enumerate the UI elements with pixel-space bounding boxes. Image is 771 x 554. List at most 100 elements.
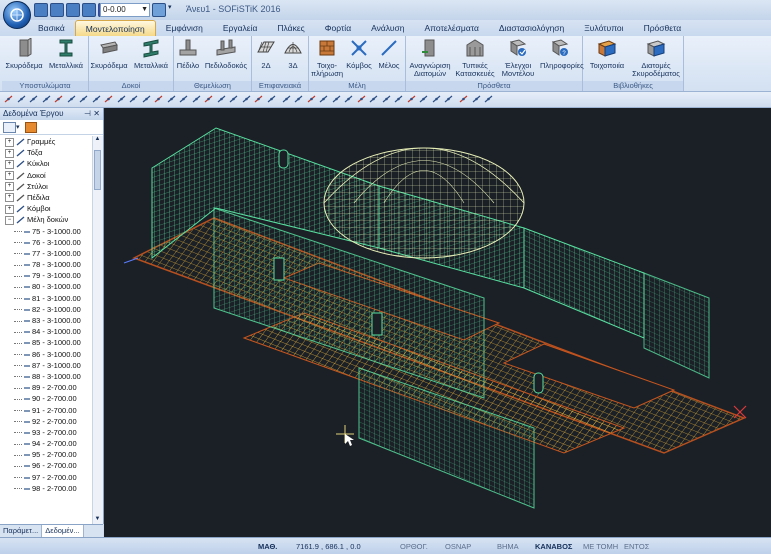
offset-icon[interactable] (179, 94, 188, 104)
tree-group[interactable]: + Δοκοί (0, 170, 92, 181)
rotate-icon[interactable] (92, 94, 101, 104)
status-toggle[interactable]: ΜΕ ΤΟΜΗ (583, 542, 618, 551)
tree-item[interactable]: 87 - 3-1000.00 (0, 360, 92, 371)
concrete-beam-button[interactable]: Σκυρόδεμα (89, 38, 129, 70)
edit-icon[interactable] (129, 94, 138, 104)
tree-item[interactable]: 90 - 2-700.00 (0, 393, 92, 404)
expand-icon[interactable]: + (5, 182, 14, 192)
redo-icon[interactable] (472, 94, 481, 104)
circle-icon[interactable] (67, 94, 76, 104)
copy-icon[interactable] (204, 94, 213, 104)
pan-icon[interactable] (282, 94, 291, 104)
cut-icon[interactable] (242, 94, 251, 104)
status-toggle[interactable]: ΚΑΝΑΒΟΣ (535, 542, 572, 551)
tree-item[interactable]: 75 - 3-1000.00 (0, 226, 92, 237)
info-button[interactable]: ? Πληροφορίες (540, 38, 584, 70)
select-icon[interactable] (117, 94, 126, 104)
polyline-icon[interactable] (4, 94, 13, 104)
calc-icon[interactable] (444, 94, 453, 104)
tree-item[interactable]: 81 - 3-1000.00 (0, 293, 92, 304)
move-icon[interactable] (192, 94, 201, 104)
tree-item[interactable]: 88 - 3-1000.00 (0, 371, 92, 382)
tree-item[interactable]: 83 - 3-1000.00 (0, 315, 92, 326)
section-recognition-button[interactable]: Αναγνώριση Διατομών (408, 38, 452, 78)
status-toggle[interactable]: OSNAP (445, 542, 471, 551)
tree-item[interactable]: 84 - 3-1000.00 (0, 326, 92, 337)
trim-icon[interactable] (154, 94, 163, 104)
strip-footing-button[interactable]: Πεδιλοδοκός (203, 38, 249, 70)
rel-icon[interactable] (229, 94, 238, 104)
tab-8[interactable]: Διαστασιολόγηση (489, 20, 574, 36)
tree-scrollbar[interactable]: ▲ ▼ (92, 136, 103, 524)
infill-wall-button[interactable]: Τοιχο-πλήρωση (311, 38, 343, 78)
status-toggle[interactable]: ΟΡΘΟΓ. (400, 542, 428, 551)
tree-group[interactable]: + Γραμμές (0, 136, 92, 147)
new-file-icon[interactable] (34, 3, 48, 17)
tree-item[interactable]: 80 - 3-1000.00 (0, 281, 92, 292)
tab-7[interactable]: Αποτελέσματα (414, 20, 488, 36)
curve-icon[interactable] (29, 94, 38, 104)
line-icon[interactable] (17, 94, 26, 104)
target-icon[interactable] (104, 94, 113, 104)
tree-group[interactable]: + Τόξα (0, 147, 92, 158)
properties-icon[interactable] (419, 94, 428, 104)
collapse-icon[interactable]: − (5, 215, 14, 225)
tree-group[interactable]: + Πέδιλα (0, 192, 92, 203)
pin-icon[interactable]: ⊣ (84, 108, 91, 120)
tree-item[interactable]: 98 - 2-700.00 (0, 483, 92, 494)
surface-3d-button[interactable]: 3Δ (280, 38, 306, 70)
concrete-sections-button[interactable]: Διατομές Σκυροδέματος (631, 38, 681, 78)
tree-group[interactable]: − Μέλη δοκών (0, 214, 92, 225)
scroll-up-icon[interactable]: ▲ (94, 136, 101, 144)
tree-item[interactable]: 96 - 2-700.00 (0, 460, 92, 471)
snap-grid-icon[interactable] (407, 94, 416, 104)
tab-3[interactable]: Εργαλεία (213, 20, 268, 36)
tree-group[interactable]: + Κόμβοι (0, 203, 92, 214)
expand-icon[interactable]: + (5, 204, 14, 214)
tree-item[interactable]: 91 - 2-700.00 (0, 405, 92, 416)
zoom-in-icon[interactable] (307, 94, 316, 104)
tab-0[interactable]: Βασικά (28, 20, 75, 36)
redraw-icon[interactable] (369, 94, 378, 104)
model-viewport[interactable] (104, 108, 771, 537)
tab-6[interactable]: Ανάλυση (361, 20, 414, 36)
undo-icon[interactable] (459, 94, 468, 104)
tab-2[interactable]: Εμφάνιση (156, 20, 213, 36)
check-icon[interactable] (382, 94, 391, 104)
tree-item[interactable]: 92 - 2-700.00 (0, 416, 92, 427)
chevron-down-icon[interactable]: ▾ (16, 123, 20, 131)
tree-item[interactable]: 93 - 2-700.00 (0, 427, 92, 438)
pencil-icon[interactable] (142, 94, 151, 104)
zoom-all-icon[interactable] (332, 94, 341, 104)
tree-item[interactable]: 94 - 2-700.00 (0, 438, 92, 449)
tree-item[interactable]: 85 - 3-1000.00 (0, 337, 92, 348)
typical-constructions-button[interactable]: Τυπικές Κατασκευές (454, 38, 496, 78)
cursor-icon[interactable] (267, 94, 276, 104)
delete-icon[interactable] (254, 94, 263, 104)
surface-2d-button[interactable]: 2Δ (253, 38, 279, 70)
status-toggle[interactable]: ΕΝΤΟΣ (624, 542, 649, 551)
expand-icon[interactable]: + (5, 148, 14, 158)
scrollbar-thumb[interactable] (94, 150, 101, 190)
tab-9[interactable]: Ξυλότυποι (574, 20, 633, 36)
tree-item[interactable]: 78 - 3-1000.00 (0, 259, 92, 270)
zoom-window-icon[interactable] (294, 94, 303, 104)
abs-icon[interactable] (217, 94, 226, 104)
tab-4[interactable]: Πλάκες (267, 20, 314, 36)
tree-item[interactable]: 89 - 2-700.00 (0, 382, 92, 393)
steel-column-button[interactable]: Μεταλλικά (46, 38, 86, 70)
zoom-out-icon[interactable] (319, 94, 328, 104)
qat-dropdown-icon[interactable]: ▾ (168, 3, 178, 15)
tree-item[interactable]: 97 - 2-700.00 (0, 472, 92, 483)
member-button[interactable]: Μέλος (375, 38, 403, 70)
tab-5[interactable]: Φορτία (315, 20, 361, 36)
extend-icon[interactable] (167, 94, 176, 104)
expand-icon[interactable]: + (5, 159, 14, 169)
tree-group[interactable]: + Στύλοι (0, 181, 92, 192)
tree-group[interactable]: + Κύκλοι (0, 158, 92, 169)
node-icon[interactable] (54, 94, 63, 104)
save-icon[interactable] (66, 3, 80, 17)
close-icon[interactable]: ✕ (93, 108, 100, 120)
open-file-icon[interactable] (50, 3, 64, 17)
tree-item[interactable]: 76 - 3-1000.00 (0, 237, 92, 248)
